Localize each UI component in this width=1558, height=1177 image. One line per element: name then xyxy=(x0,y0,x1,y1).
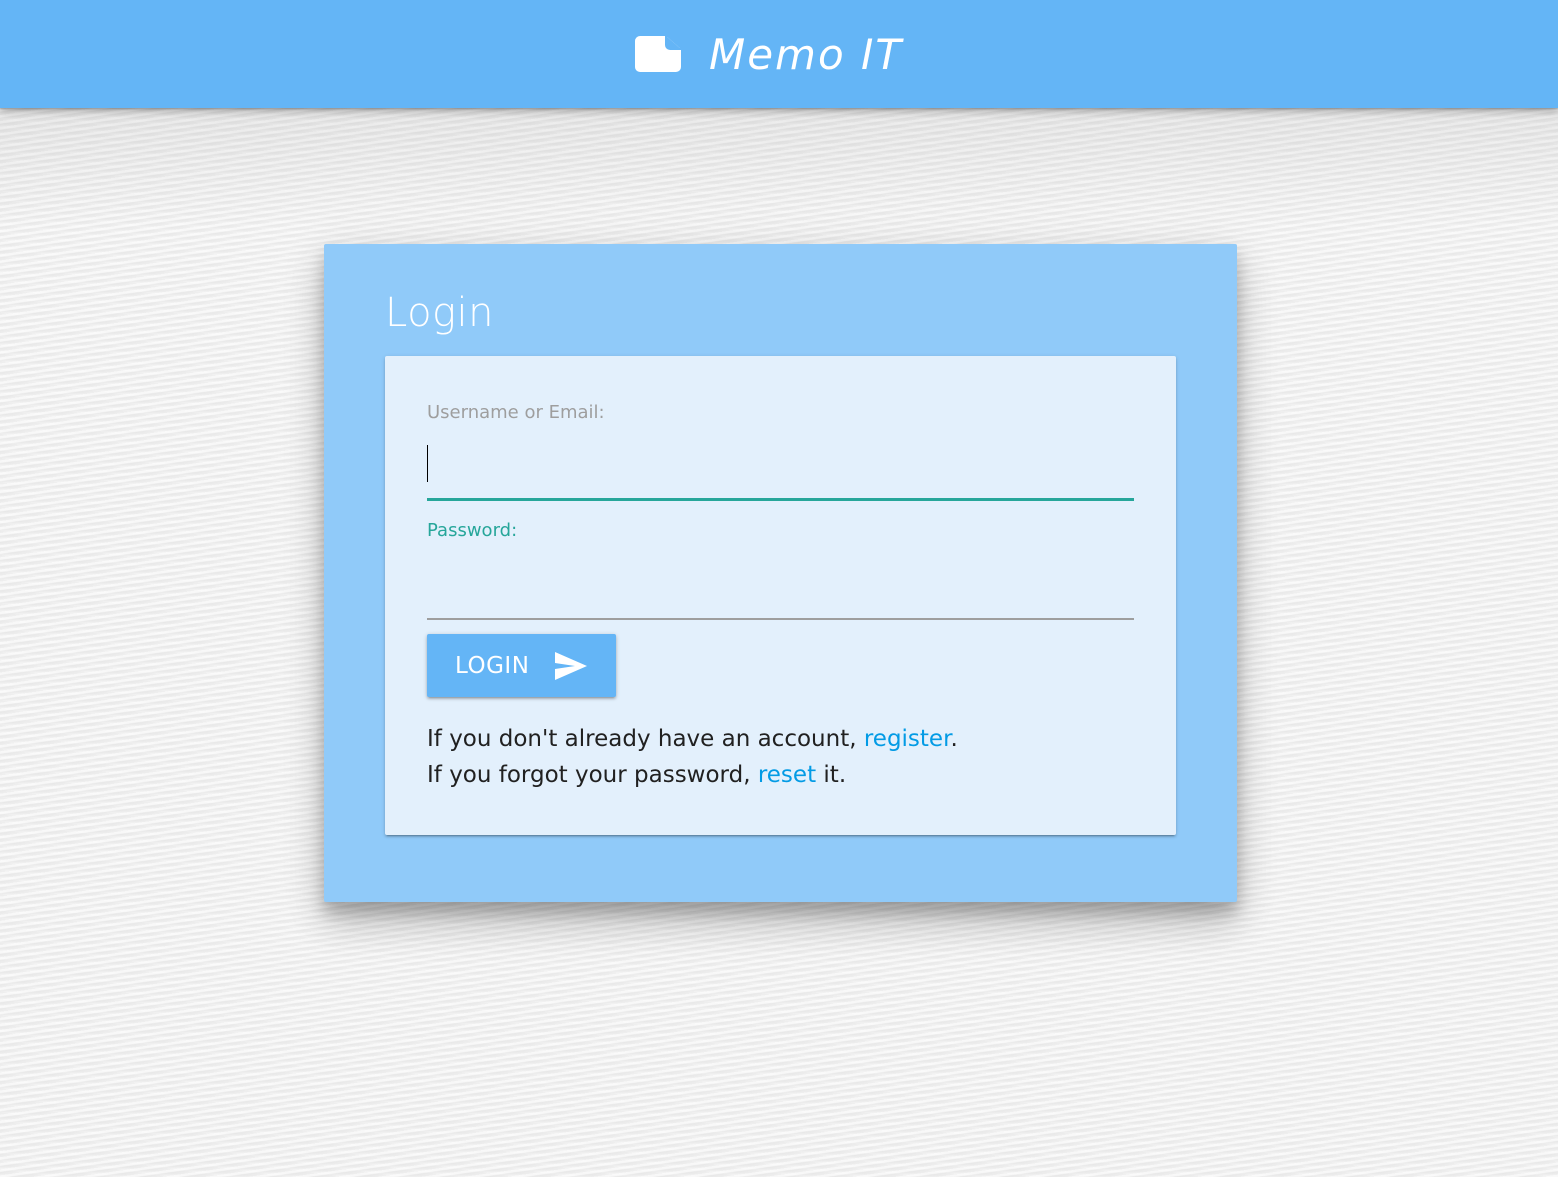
reset-suffix-text: it. xyxy=(816,762,847,788)
register-link[interactable]: register xyxy=(864,726,951,752)
app-title: Memo IT xyxy=(708,29,904,79)
password-label: Password: xyxy=(427,520,518,541)
top-navbar: Memo IT xyxy=(0,0,1558,108)
text-caret xyxy=(427,445,428,482)
login-title: Login xyxy=(385,290,495,336)
reset-link[interactable]: reset xyxy=(758,762,816,788)
login-button-label: LOGIN xyxy=(455,652,530,679)
username-input[interactable] xyxy=(427,442,1134,501)
register-prefix-text: If you don't already have an account, xyxy=(427,726,864,752)
send-icon xyxy=(555,651,588,680)
username-label: Username or Email: xyxy=(427,402,605,423)
register-prompt: If you don't already have an account, re… xyxy=(427,726,958,752)
note-icon xyxy=(634,36,681,72)
login-button[interactable]: LOGIN xyxy=(427,634,616,697)
brand[interactable]: Memo IT xyxy=(634,29,904,79)
register-suffix-text: . xyxy=(950,726,958,752)
navbar-shadow xyxy=(0,108,1558,228)
login-card: Login Username or Email: Password: LOGIN… xyxy=(324,244,1237,902)
login-form: Username or Email: Password: LOGIN If yo… xyxy=(385,356,1176,835)
password-input[interactable] xyxy=(427,562,1134,620)
reset-prefix-text: If you forgot your password, xyxy=(427,762,758,788)
reset-prompt: If you forgot your password, reset it. xyxy=(427,762,846,788)
